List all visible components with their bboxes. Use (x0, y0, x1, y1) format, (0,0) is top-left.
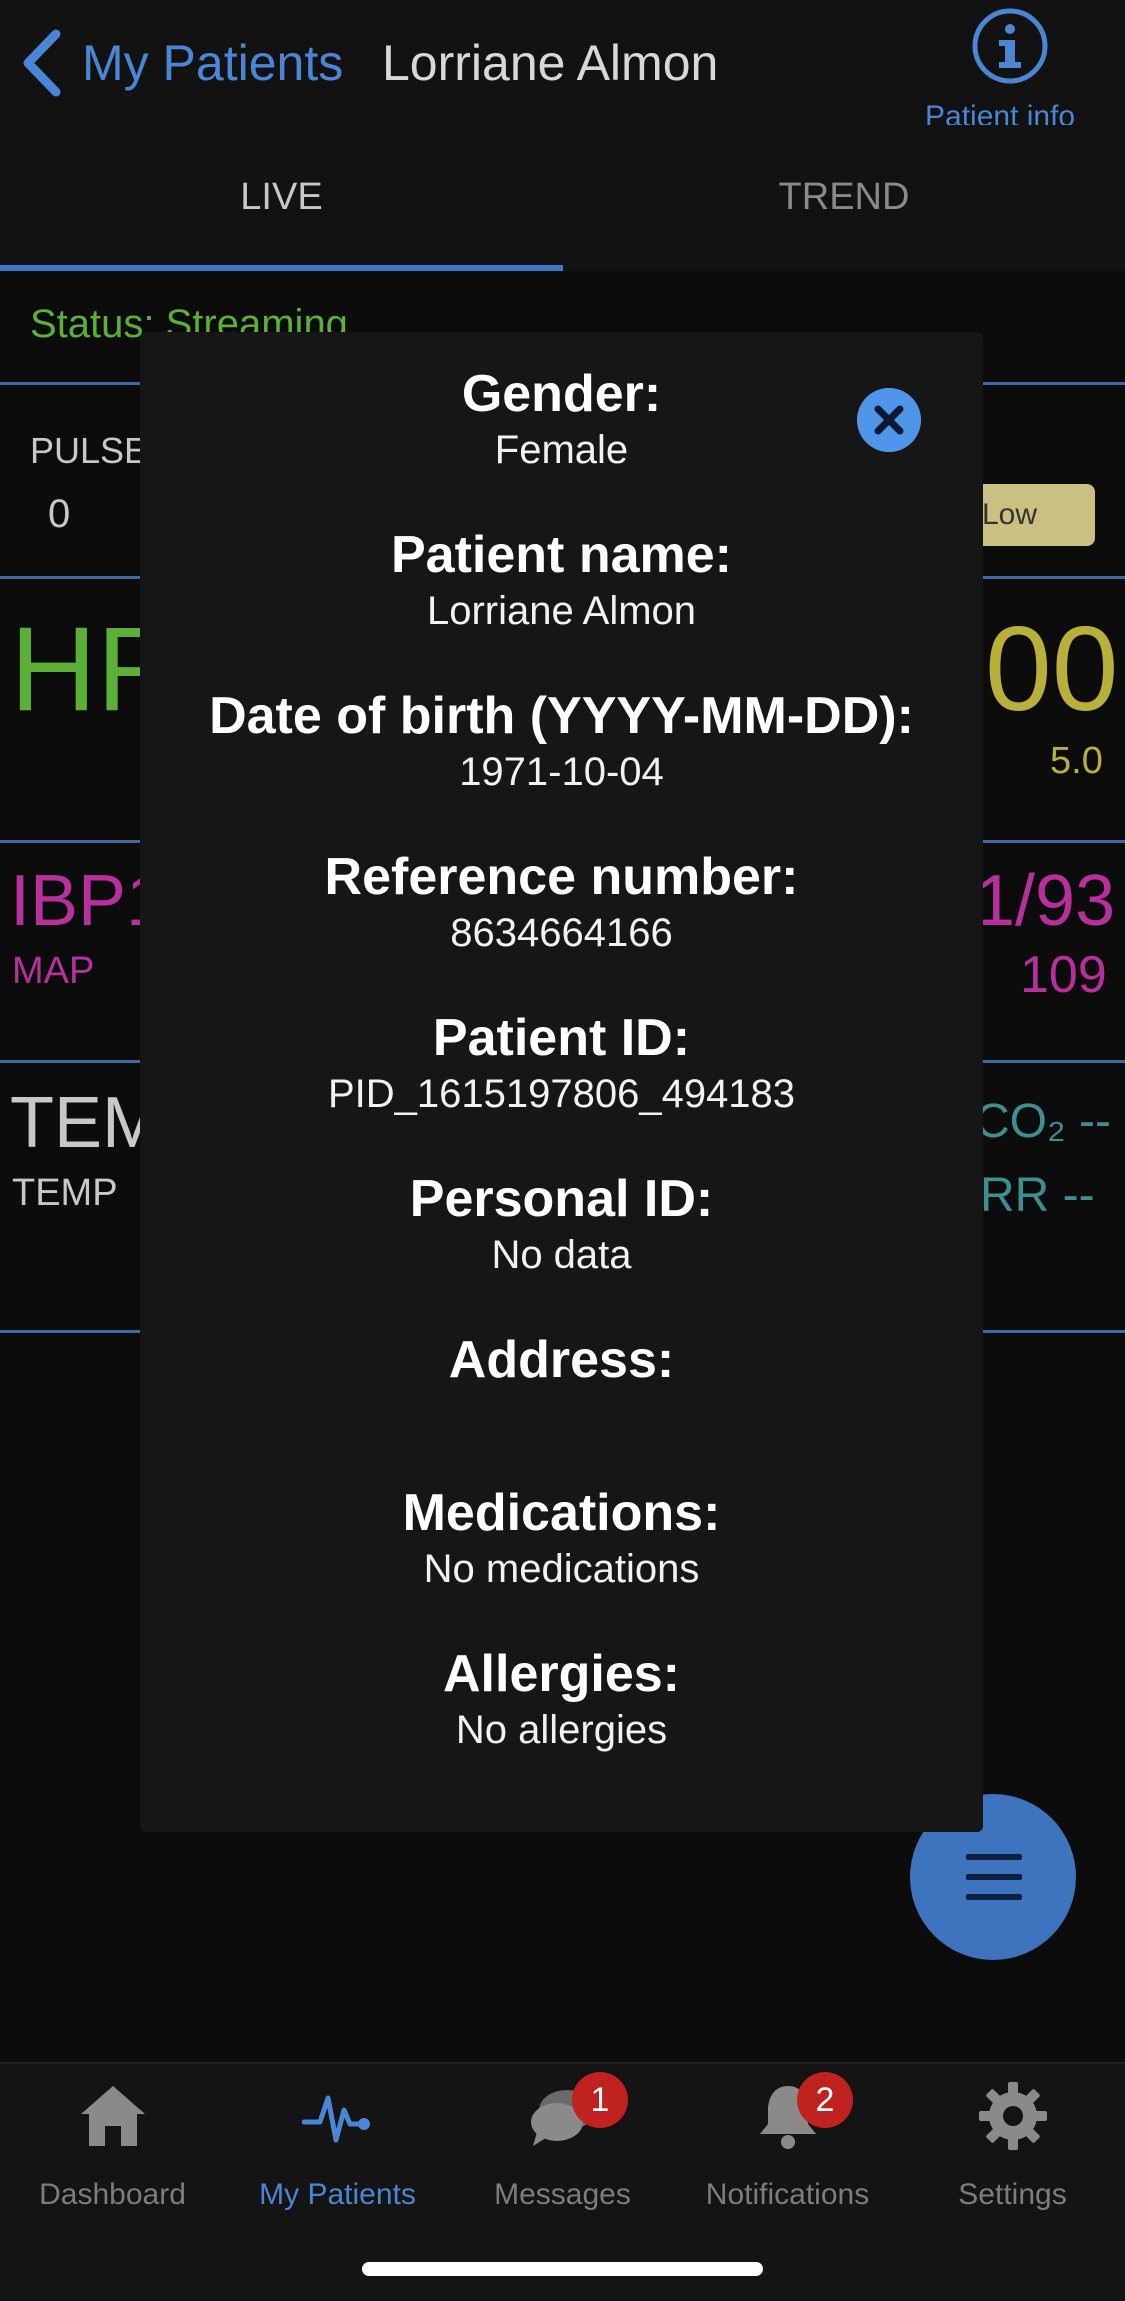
menu-icon (966, 1874, 1022, 1880)
map-label: MAP (12, 950, 95, 992)
nav-settings-label: Settings (958, 2178, 1067, 2211)
medications-title: Medications: (402, 1484, 721, 1542)
patient-name-title: Lorriane Almon (382, 35, 719, 91)
patient-id-value: PID_1615197806_494183 (327, 1072, 796, 1116)
ibp-value: 1/93 (975, 861, 1116, 941)
hr-value: 00 (985, 602, 1119, 736)
gender-value: Female (494, 428, 629, 472)
allergies-title: Allergies: (443, 1645, 680, 1703)
personal-id-title: Personal ID: (409, 1170, 714, 1228)
patient-id-title: Patient ID: (432, 1009, 691, 1067)
menu-icon (966, 1894, 1022, 1900)
gender-title: Gender: (461, 365, 662, 423)
dob-value: 1971-10-04 (459, 750, 664, 794)
back-button-label[interactable]: My Patients (82, 34, 343, 92)
temp-sub-label: TEMP (12, 1172, 118, 1214)
nav-my-patients[interactable]: My Patients (225, 2080, 450, 2220)
co2-value: CO₂ -- (975, 1095, 1111, 1148)
rr-value: RR -- (980, 1169, 1095, 1222)
nav-settings[interactable]: Settings (900, 2080, 1125, 2220)
messages-badge: 1 (572, 2072, 628, 2128)
dob-title: Date of birth (YYYY-MM-DD): (209, 687, 914, 745)
pulse-label: PULSE (30, 430, 149, 471)
nav-dashboard-label: Dashboard (39, 2178, 186, 2211)
allergies-value: No allergies (455, 1708, 668, 1752)
menu-icon (966, 1854, 1022, 1860)
back-chevron-icon[interactable] (18, 28, 68, 98)
home-icon (81, 2086, 145, 2146)
active-tab-indicator (0, 265, 563, 271)
patient-name-field-value: Lorriane Almon (426, 589, 697, 633)
nav-my-patients-label: My Patients (259, 2178, 416, 2211)
address-title: Address: (448, 1331, 675, 1389)
reference-number-value: 8634664166 (450, 911, 673, 955)
gear-icon (979, 2082, 1047, 2150)
info-icon[interactable] (970, 6, 1050, 86)
home-indicator[interactable] (362, 2262, 763, 2276)
nav-notifications-label: Notifications (705, 2178, 870, 2211)
low-alarm-label: Low (982, 498, 1038, 531)
reference-number-title: Reference number: (324, 848, 799, 906)
personal-id-value: No data (491, 1233, 632, 1277)
heartbeat-icon (302, 2095, 370, 2143)
notifications-badge: 2 (797, 2072, 853, 2128)
hr-sub-value: 5.0 (1050, 740, 1103, 782)
nav-messages[interactable]: 1 Messages (450, 2072, 675, 2220)
tab-live[interactable]: LIVE (0, 176, 563, 219)
medications-value: No medications (423, 1547, 700, 1591)
nav-messages-label: Messages (494, 2178, 631, 2211)
map-value: 109 (1020, 946, 1107, 1004)
tab-trend[interactable]: TREND (563, 176, 1125, 219)
nav-notifications[interactable]: 2 Notifications (675, 2072, 900, 2220)
patient-name-field-title: Patient name: (391, 526, 732, 584)
nav-dashboard[interactable]: Dashboard (0, 2080, 225, 2220)
pulse-value: 0 (48, 492, 71, 536)
